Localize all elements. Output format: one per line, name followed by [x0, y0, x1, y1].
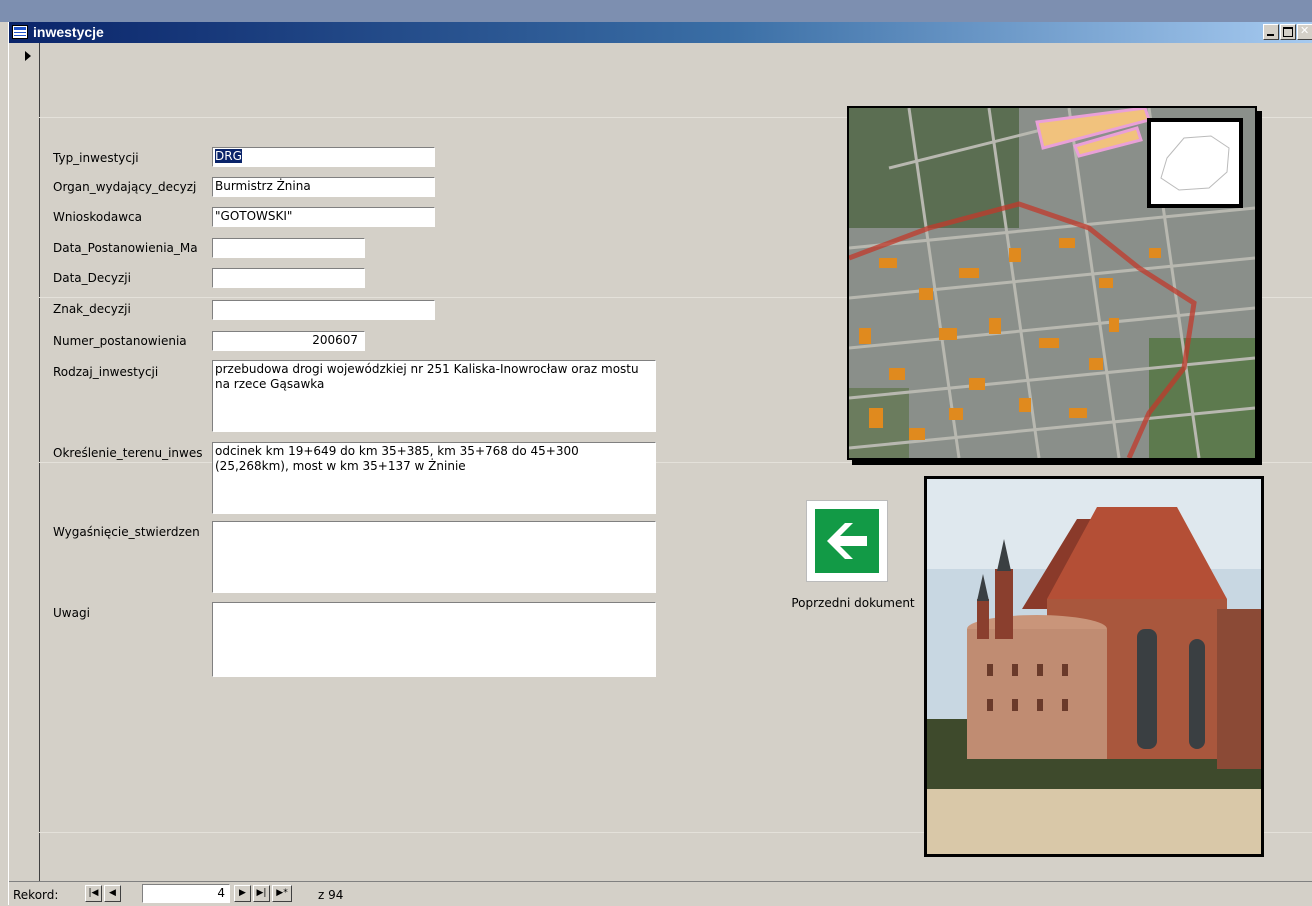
- map-image: [847, 106, 1257, 460]
- organ-field[interactable]: Burmistrz Żnina: [212, 177, 435, 197]
- previous-record-button[interactable]: ◀: [104, 885, 121, 902]
- form-window: inwestycje Typ_inwestycji Organ_wydający…: [8, 22, 1312, 906]
- arrow-left-icon: [815, 509, 879, 573]
- label-numer-postanowienia: Numer_postanowienia: [53, 334, 187, 348]
- wnioskodawca-field[interactable]: "GOTOWSKI": [212, 207, 435, 227]
- label-data-decyzji: Data_Decyzji: [53, 271, 131, 285]
- record-selector[interactable]: [17, 43, 40, 882]
- label-wnioskodawca: Wnioskodawca: [53, 210, 142, 224]
- first-record-button[interactable]: |◀: [85, 885, 102, 902]
- record-number-input[interactable]: 4: [142, 884, 230, 903]
- znak-decyzji-field[interactable]: [212, 300, 435, 320]
- label-uwagi: Uwagi: [53, 606, 90, 620]
- window-title: inwestycje: [33, 24, 104, 40]
- desktop-strip: [0, 0, 1312, 22]
- previous-document-button[interactable]: [806, 500, 888, 582]
- form-icon: [12, 25, 28, 39]
- label-wygasniecie: Wygaśnięcie_stwierdzen: [53, 525, 200, 539]
- data-decyzji-field[interactable]: [212, 268, 365, 288]
- label-organ: Organ_wydający_decyzj: [53, 180, 197, 194]
- typ-inwestycji-field[interactable]: DRG: [212, 147, 435, 167]
- okreslenie-terenu-field[interactable]: odcinek km 19+649 do km 35+385, km 35+76…: [212, 442, 656, 514]
- label-data-postanowienia: Data_Postanowienia_Ma: [53, 241, 198, 255]
- previous-document-label: Poprzedni dokument: [791, 596, 915, 610]
- record-label: Rekord:: [13, 888, 59, 902]
- label-okreslenie-terenu: Określenie_terenu_inwes: [53, 446, 203, 460]
- new-record-button[interactable]: ▶*: [272, 885, 292, 902]
- data-postanowienia-field[interactable]: [212, 238, 365, 258]
- last-record-button[interactable]: ▶|: [253, 885, 270, 902]
- maximize-button[interactable]: [1280, 24, 1296, 40]
- minimize-button[interactable]: [1263, 24, 1279, 40]
- label-rodzaj-inwestycji: Rodzaj_inwestycji: [53, 365, 159, 379]
- close-button[interactable]: [1297, 24, 1312, 40]
- current-record-icon: [25, 51, 31, 61]
- castle-image: [924, 476, 1264, 857]
- next-record-button[interactable]: ▶: [234, 885, 251, 902]
- title-bar[interactable]: inwestycje: [9, 22, 1312, 43]
- wygasniecie-field[interactable]: [212, 521, 656, 593]
- record-count: z 94: [318, 888, 344, 902]
- record-navigation: Rekord: |◀ ◀ 4 ▶ ▶| ▶* z 94: [9, 881, 1312, 906]
- uwagi-field[interactable]: [212, 602, 656, 677]
- label-typ-inwestycji: Typ_inwestycji: [53, 151, 139, 165]
- label-znak-decyzji: Znak_decyzji: [53, 302, 131, 316]
- rodzaj-inwestycji-field[interactable]: przebudowa drogi wojewódzkiej nr 251 Kal…: [212, 360, 656, 432]
- typ-inwestycji-value: DRG: [215, 149, 242, 163]
- numer-postanowienia-field[interactable]: 200607: [212, 331, 365, 351]
